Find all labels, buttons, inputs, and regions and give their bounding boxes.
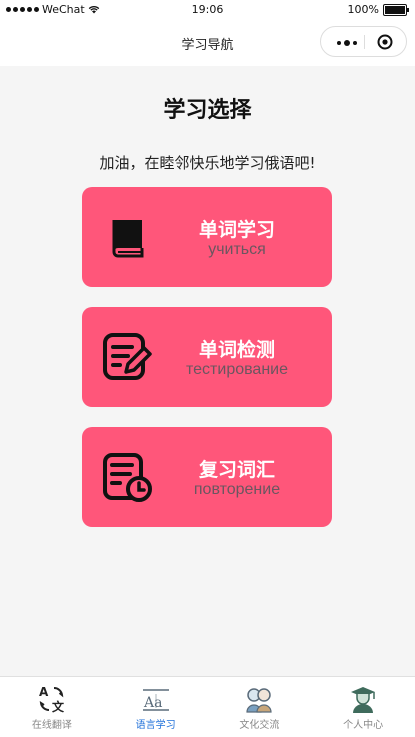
close-target-icon[interactable] [377, 34, 393, 50]
svg-text:Aa: Aa [143, 695, 162, 711]
tab-bar: A 文 在线翻译 Aa 语言学习 文化交流 个人中心 [0, 676, 415, 737]
tab-label: 个人中心 [343, 720, 384, 731]
word-test-card[interactable]: 单词检测 тестирование [82, 307, 332, 407]
card-sublabel: тестирование [186, 361, 288, 378]
battery-status: 100% [347, 3, 409, 16]
card-label: 复习词汇 [198, 459, 275, 481]
card-sublabel: повторение [193, 481, 281, 498]
tab-culture-exchange[interactable]: 文化交流 [208, 677, 312, 737]
page-title: 学习选择 [163, 98, 252, 123]
more-menu-icon[interactable] [337, 40, 357, 46]
review-vocabulary-card[interactable]: 复习词汇 повторение [82, 427, 332, 527]
card-label: 单词学习 [198, 219, 275, 241]
card-label: 单词检测 [198, 339, 275, 361]
tab-language-study[interactable]: Aa 语言学习 [104, 677, 208, 737]
tab-label: 在线翻译 [31, 720, 72, 731]
translate-icon: A 文 [39, 685, 65, 714]
mini-program-capsule[interactable] [320, 26, 407, 57]
svg-text:A: A [39, 685, 49, 699]
battery-percent: 100% [347, 3, 379, 16]
tab-label: 文化交流 [239, 720, 280, 731]
page-subtitle: 加油，在睦邻快乐地学习俄语吧! [99, 154, 316, 172]
battery-icon [383, 3, 409, 16]
status-bar: WeChat 19:06 100% [0, 0, 415, 22]
tab-online-translate[interactable]: A 文 在线翻译 [0, 677, 104, 737]
svg-text:文: 文 [52, 699, 65, 714]
nav-bar: 学习导航 [0, 22, 415, 66]
text-style-icon: Aa [142, 689, 169, 711]
tab-label: 语言学习 [135, 720, 176, 731]
graduate-icon [351, 687, 376, 713]
tab-profile[interactable]: 个人中心 [311, 677, 415, 737]
card-sublabel: учиться [208, 241, 266, 258]
people-chat-icon [246, 688, 272, 713]
word-study-card[interactable]: 单词学习 учиться [82, 187, 332, 287]
capsule-divider [364, 35, 365, 49]
